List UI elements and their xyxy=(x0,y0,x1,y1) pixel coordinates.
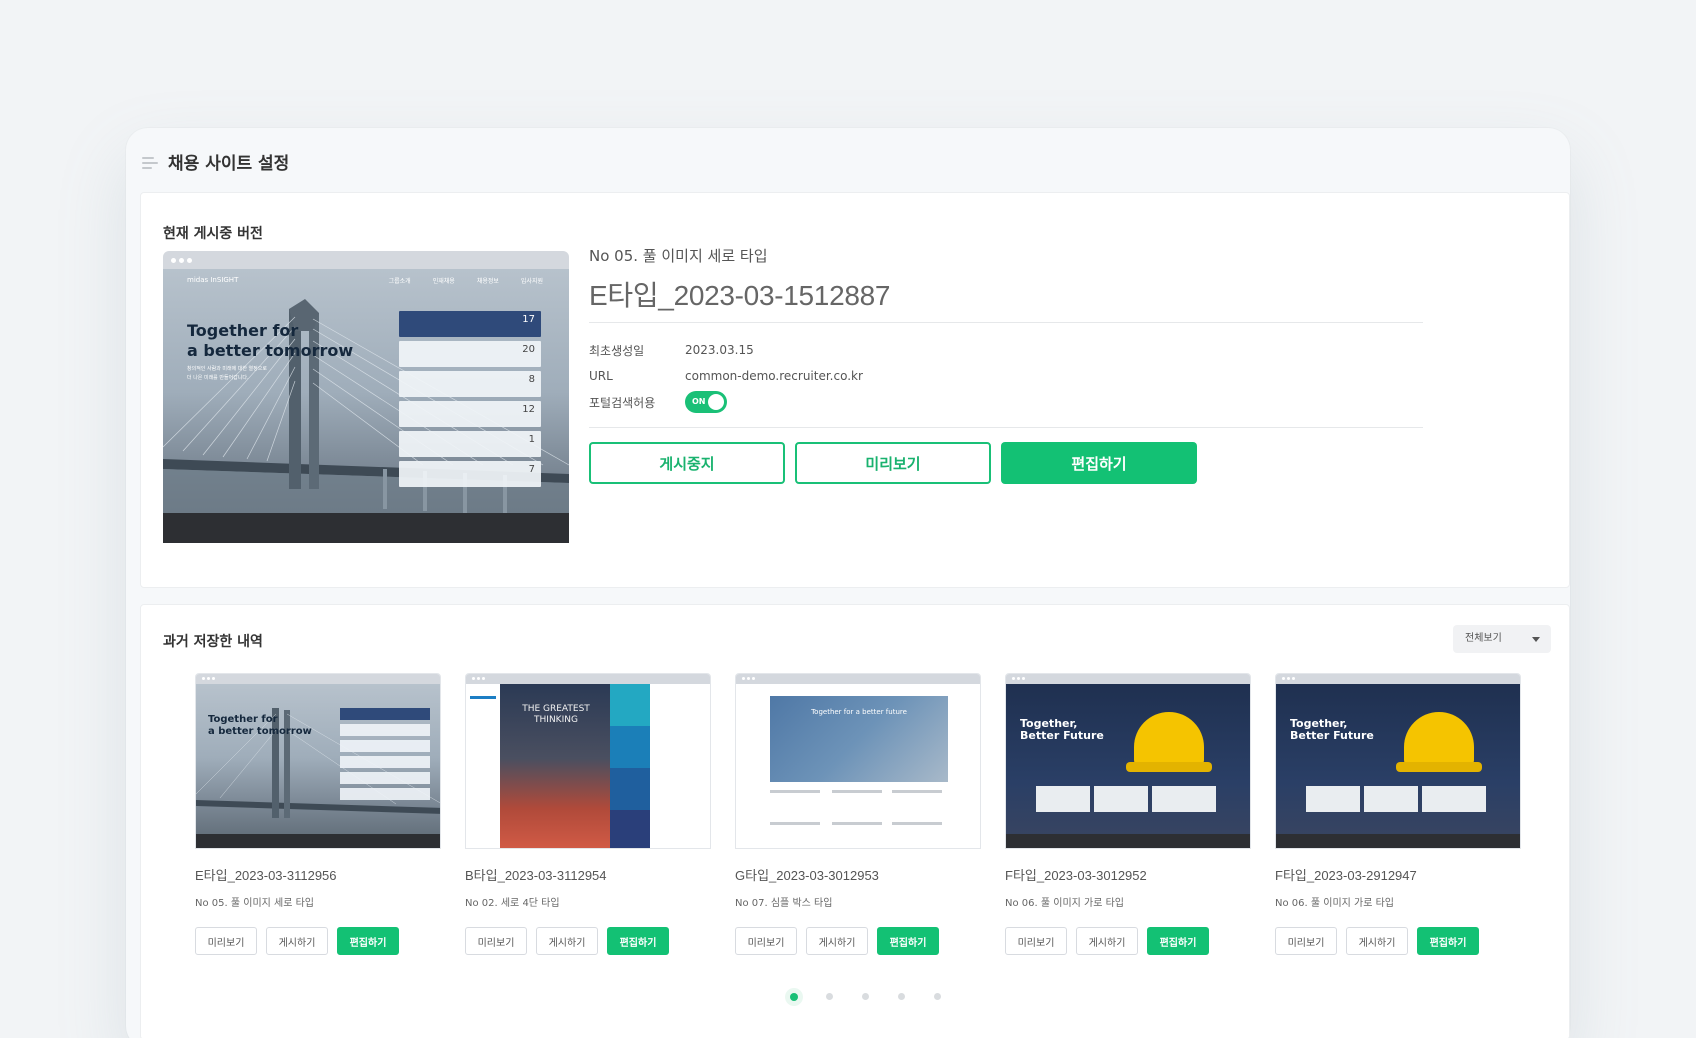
carousel-pagination xyxy=(777,987,957,1007)
history-publish-button[interactable]: 게시하기 xyxy=(806,927,868,955)
history-item-name: B타입_2023-03-3112954 xyxy=(465,868,607,883)
history-section-title: 과거 저장한 내역 xyxy=(163,634,263,650)
history-item: Together, Better Future F타입_2023-03-30129… xyxy=(1005,673,1251,955)
edit-button[interactable]: 편집하기 xyxy=(1001,442,1197,484)
menu-lines-icon xyxy=(142,157,158,169)
pagination-dot[interactable] xyxy=(885,987,921,1007)
history-publish-button[interactable]: 게시하기 xyxy=(1076,927,1138,955)
version-name: E타입_2023-03-1512887 xyxy=(589,280,891,311)
history-item-name: E타입_2023-03-3112956 xyxy=(195,868,337,883)
history-publish-button[interactable]: 게시하기 xyxy=(1346,927,1408,955)
meta-list: 최초생성일 2023.03.15 URL common-demo.recruit… xyxy=(589,337,1423,415)
pagination-dot[interactable] xyxy=(813,987,849,1007)
preview-footer xyxy=(163,513,569,543)
divider xyxy=(589,427,1423,428)
history-preview-button[interactable]: 미리보기 xyxy=(1275,927,1337,955)
current-preview-thumbnail[interactable]: midas InSIGHT 그룹소개 인재채용 채용정보 입사지원 Togeth… xyxy=(163,251,569,543)
meta-portal-search: 포털검색허용 ON xyxy=(589,389,1423,415)
meta-created: 최초생성일 2023.03.15 xyxy=(589,343,754,358)
history-preview-button[interactable]: 미리보기 xyxy=(1005,927,1067,955)
site-url[interactable]: common-demo.recruiter.co.kr xyxy=(685,369,863,383)
browser-bar xyxy=(163,251,569,269)
preview-list-item: 1 xyxy=(399,431,541,457)
history-item: Together for a better future G타입_2023-03… xyxy=(735,673,981,955)
divider xyxy=(589,322,1423,323)
pagination-dot[interactable] xyxy=(777,987,813,1007)
current-action-buttons: 게시중지 미리보기 편집하기 xyxy=(589,442,1423,484)
current-section-title: 현재 게시중 버전 xyxy=(163,226,263,242)
panel-header: 채용 사이트 설정 xyxy=(142,146,289,176)
chevron-down-icon xyxy=(1532,637,1540,642)
history-preview-button[interactable]: 미리보기 xyxy=(195,927,257,955)
history-item-name: G타입_2023-03-3012953 xyxy=(735,868,879,883)
pagination-dot[interactable] xyxy=(849,987,885,1007)
history-item: Together, Better Future F타입_2023-03-29129… xyxy=(1275,673,1521,955)
preview-headline: Together for a better tomorrow xyxy=(187,321,354,360)
history-edit-button[interactable]: 편집하기 xyxy=(337,927,399,955)
history-publish-button[interactable]: 게시하기 xyxy=(266,927,328,955)
history-filter-select[interactable]: 전체보기 xyxy=(1453,625,1551,653)
pagination-dot[interactable] xyxy=(921,987,957,1007)
history-item-name: F타입_2023-03-3012952 xyxy=(1005,868,1147,883)
history-item-name: F타입_2023-03-2912947 xyxy=(1275,868,1417,883)
history-item: THE GREATEST THINKING B타입_2023-03-3112954… xyxy=(465,673,711,955)
current-version-card: 현재 게시중 버전 midas InSIGHT 그룹소개 인재채용 채용정보 입… xyxy=(140,192,1570,588)
history-card: 과거 저장한 내역 전체보기 Together for a better tomo… xyxy=(140,604,1570,1038)
preview-hero: midas InSIGHT 그룹소개 인재채용 채용정보 입사지원 Togeth… xyxy=(163,269,569,543)
history-item-template: No 07. 심플 박스 타입 xyxy=(735,898,833,909)
history-item-template: No 06. 풀 이미지 가로 타입 xyxy=(1275,898,1394,909)
settings-panel: 채용 사이트 설정 현재 게시중 버전 midas InSIGHT 그룹소개 인… xyxy=(126,128,1570,1038)
history-item-template: No 05. 풀 이미지 세로 타입 xyxy=(195,898,314,909)
history-publish-button[interactable]: 게시하기 xyxy=(536,927,598,955)
history-thumbnail[interactable]: Together for a better tomorrow xyxy=(195,673,441,849)
template-label: No 05. 풀 이미지 세로 타입 xyxy=(589,247,768,265)
current-version-info: No 05. 풀 이미지 세로 타입 E타입_2023-03-1512887 최… xyxy=(589,245,1423,484)
history-preview-button[interactable]: 미리보기 xyxy=(465,927,527,955)
preview-list-item: 20 xyxy=(399,341,541,367)
preview-list-item: 8 xyxy=(399,371,541,397)
preview-button[interactable]: 미리보기 xyxy=(795,442,991,484)
page-title: 채용 사이트 설정 xyxy=(168,153,290,174)
history-thumbnail[interactable]: THE GREATEST THINKING xyxy=(465,673,711,849)
history-edit-button[interactable]: 편집하기 xyxy=(877,927,939,955)
history-thumbnail[interactable]: Together, Better Future xyxy=(1005,673,1251,849)
history-edit-button[interactable]: 편집하기 xyxy=(1417,927,1479,955)
history-item-template: No 02. 세로 4단 타입 xyxy=(465,898,560,909)
meta-url: URL common-demo.recruiter.co.kr xyxy=(589,369,863,383)
stop-publishing-button[interactable]: 게시중지 xyxy=(589,442,785,484)
created-date: 2023.03.15 xyxy=(685,343,754,357)
history-edit-button[interactable]: 편집하기 xyxy=(607,927,669,955)
portal-search-toggle[interactable]: ON xyxy=(685,391,727,413)
history-preview-button[interactable]: 미리보기 xyxy=(735,927,797,955)
preview-list-item: 17 xyxy=(399,311,541,337)
preview-tagline: 창의적인 사람과 미래에 대한 열정으로 더 나은 미래를 만들어갑니다. xyxy=(187,366,267,381)
history-thumbnail[interactable]: Together for a better future xyxy=(735,673,981,849)
preview-list-item: 7 xyxy=(399,461,541,487)
history-thumbnail[interactable]: Together, Better Future xyxy=(1275,673,1521,849)
preview-list-item: 12 xyxy=(399,401,541,427)
history-item: Together for a better tomorrow E타입_2023-0… xyxy=(195,673,441,955)
history-item-template: No 06. 풀 이미지 가로 타입 xyxy=(1005,898,1124,909)
history-edit-button[interactable]: 편집하기 xyxy=(1147,927,1209,955)
